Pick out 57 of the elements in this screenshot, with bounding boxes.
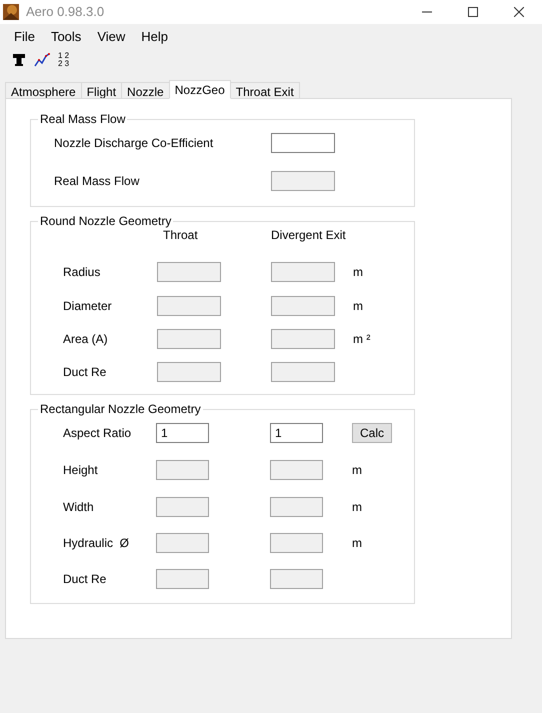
text-field[interactable]: 1 xyxy=(270,422,323,442)
field-label: Radius xyxy=(63,265,100,279)
unit-label: m xyxy=(352,462,362,478)
text-field[interactable] xyxy=(156,496,209,516)
column-header: Divergent Exit xyxy=(271,228,346,242)
text-field[interactable] xyxy=(270,533,323,553)
field-label: Real Mass Flow xyxy=(54,174,140,188)
maximize-icon[interactable] xyxy=(468,7,478,17)
text-field[interactable] xyxy=(270,460,323,480)
group-title: Round Nozzle Geometry xyxy=(38,214,174,228)
field-label: Diameter xyxy=(63,299,112,313)
text-field[interactable] xyxy=(271,171,335,191)
unit-label: m xyxy=(353,264,363,281)
text-field[interactable] xyxy=(157,296,221,316)
text-field[interactable] xyxy=(270,496,323,516)
field-label: Area (A) xyxy=(63,332,108,346)
field-label: Aspect Ratio xyxy=(63,426,132,440)
text-field[interactable] xyxy=(157,328,221,348)
tab[interactable]: Nozzle xyxy=(121,82,170,99)
field-label: Nozzle Discharge Co-Efficient xyxy=(54,136,214,150)
menu-item[interactable]: Help xyxy=(133,27,176,47)
field-label: Width xyxy=(63,500,94,514)
text-field[interactable] xyxy=(156,569,209,589)
text-field[interactable] xyxy=(271,262,335,282)
group-title: Rectangular Nozzle Geometry xyxy=(38,402,203,416)
line-chart-icon[interactable] xyxy=(34,52,50,68)
field-label: Duct Re xyxy=(63,572,106,586)
calc-button[interactable]: Calc xyxy=(352,422,392,442)
text-field[interactable] xyxy=(157,362,221,382)
tab[interactable]: Atmosphere xyxy=(5,82,82,99)
text-field[interactable] xyxy=(156,533,209,553)
field-label: Height xyxy=(63,462,98,476)
column-header: Throat xyxy=(163,228,198,242)
unit-label: m ² xyxy=(353,330,370,348)
text-field[interactable] xyxy=(156,460,209,480)
text-field[interactable] xyxy=(271,133,335,153)
field-label: Duct Re xyxy=(63,364,106,378)
text-field[interactable] xyxy=(157,262,221,282)
tab[interactable]: NozzGeo xyxy=(168,80,231,99)
numbered-list-icon[interactable]: 1 2 2 3 xyxy=(58,52,70,68)
bold-text-icon[interactable] xyxy=(12,53,26,67)
text-field[interactable]: 1 xyxy=(156,422,209,442)
menu-item[interactable]: File xyxy=(6,27,43,47)
menu-item[interactable]: Tools xyxy=(42,27,90,47)
close-icon[interactable] xyxy=(514,7,524,17)
tab[interactable]: Throat Exit xyxy=(230,82,300,99)
group-title: Real Mass Flow xyxy=(38,112,128,126)
unit-label: m xyxy=(353,298,363,315)
unit-label: m xyxy=(352,498,362,516)
text-field[interactable] xyxy=(270,569,323,589)
window-title: Aero 0.98.3.0 xyxy=(26,3,104,22)
unit-label: m xyxy=(352,535,362,552)
text-field[interactable] xyxy=(271,328,335,348)
text-field[interactable] xyxy=(271,296,335,316)
menu-item[interactable]: View xyxy=(89,27,134,47)
field-label: Hydraulic Ø xyxy=(63,536,130,550)
text-field[interactable] xyxy=(271,362,335,382)
